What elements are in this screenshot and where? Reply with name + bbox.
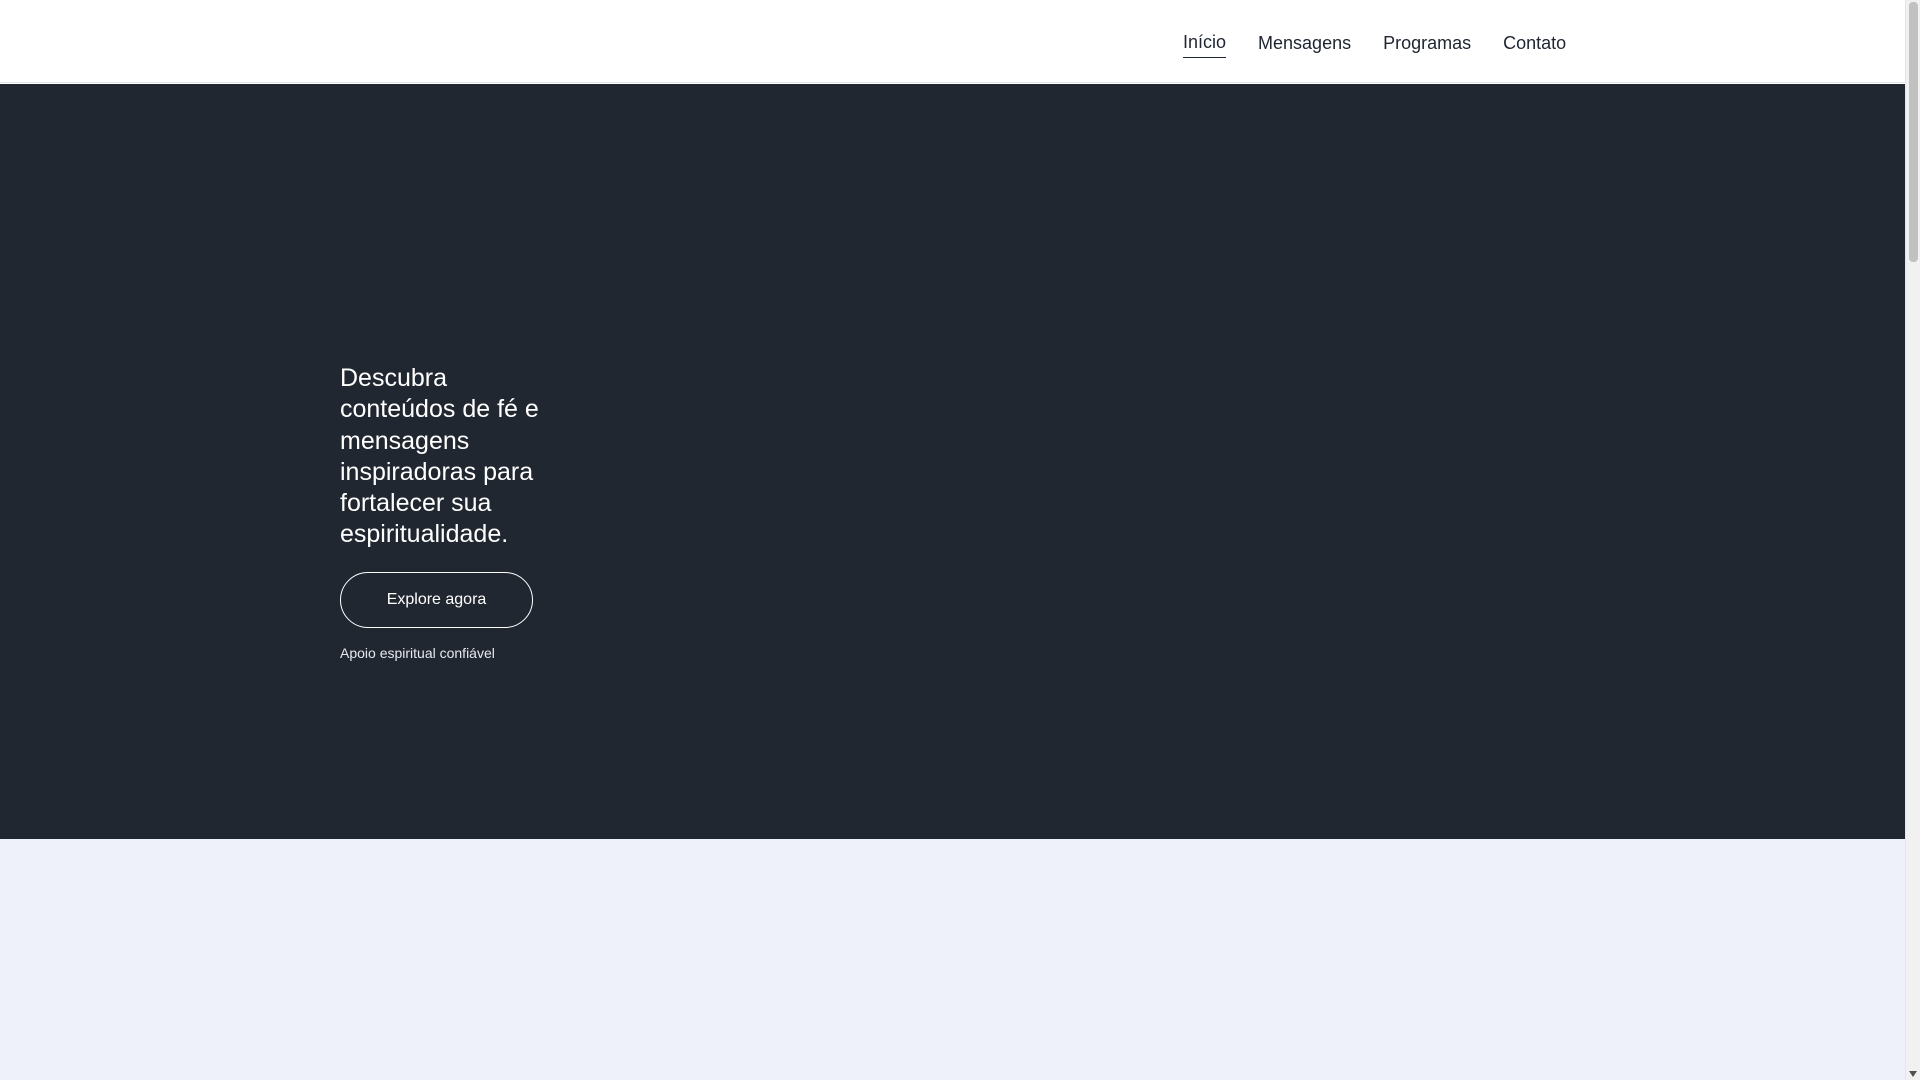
page: Início Mensagens Programas Contato Descu…	[0, 0, 1920, 1080]
site-header: Início Mensagens Programas Contato	[0, 0, 1905, 83]
nav-link-mensagens[interactable]: Mensagens	[1258, 31, 1351, 58]
vertical-scrollbar[interactable]	[1905, 0, 1920, 1080]
nav-link-inicio[interactable]: Início	[1183, 30, 1227, 58]
content-section	[0, 839, 1905, 1080]
nav-link-contato[interactable]: Contato	[1503, 31, 1566, 58]
hero-section: Descubra conteúdos de fé e mensagens ins…	[0, 84, 1905, 839]
chevron-down-icon[interactable]	[1909, 1071, 1917, 1077]
hero-tagline: Apoio espiritual confiável	[340, 644, 495, 661]
nav-link-programas[interactable]: Programas	[1383, 31, 1471, 58]
hero-content: Descubra conteúdos de fé e mensagens ins…	[340, 363, 555, 662]
explore-button[interactable]: Explore agora	[340, 571, 533, 628]
main-nav: Início Mensagens Programas Contato	[1183, 30, 1566, 58]
hero-heading: Descubra conteúdos de fé e mensagens ins…	[340, 364, 539, 549]
scrollbar-thumb[interactable]	[1909, 2, 1918, 262]
